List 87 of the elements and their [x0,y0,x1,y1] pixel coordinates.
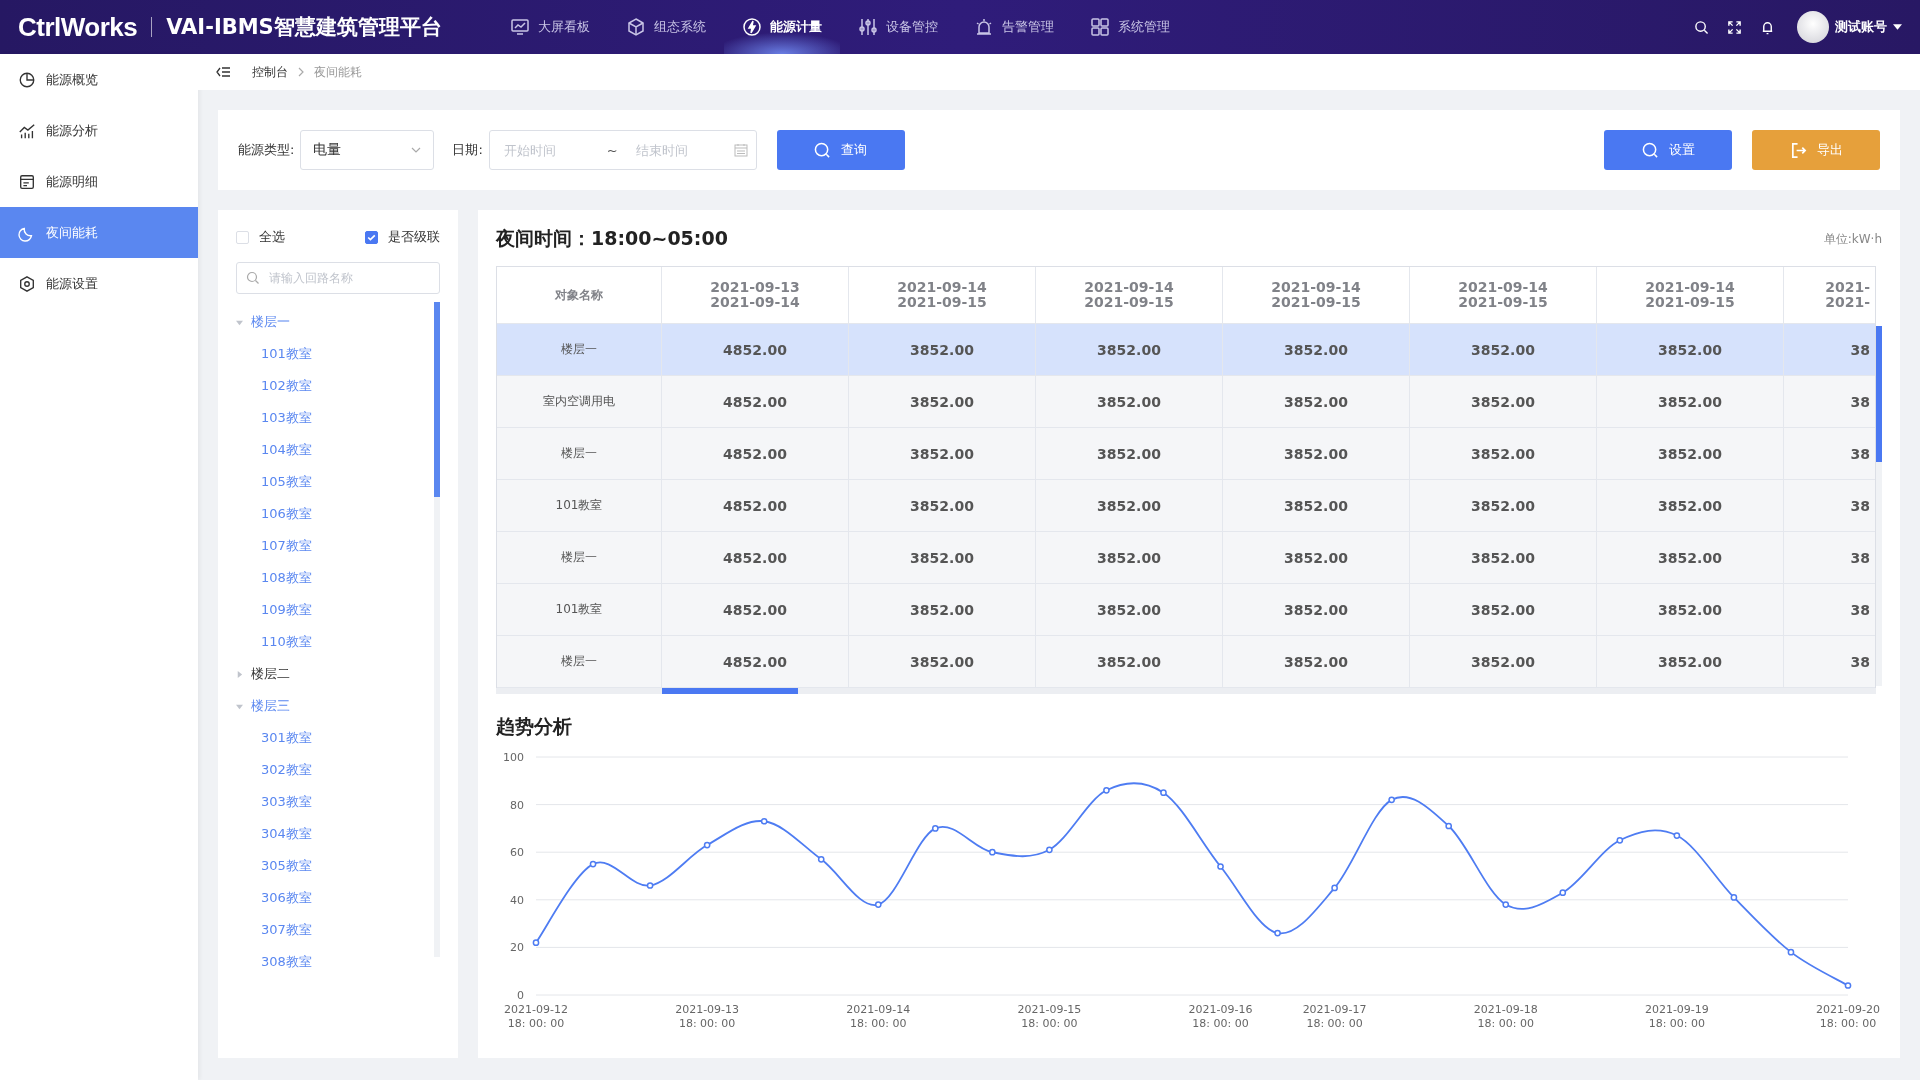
table-cell: 3852.00 [1597,324,1784,375]
table-cell: 3852.00 [1036,584,1223,635]
table-cell: 3852.00 [1036,324,1223,375]
table-cell: 楼层一 [497,428,662,479]
table-cell: 3852.00 [1223,428,1410,479]
table-cell: 3852.00 [1223,324,1410,375]
axis-label: 0 [517,989,524,1002]
axis-label: 20 [510,941,524,955]
column-header: 2021-09-14 2021-09-15 [1223,267,1410,323]
table-cell: 3852.00 [1597,428,1784,479]
axis-label: 2021-09-14 18: 00: 00 [846,1003,911,1030]
table-cell: 3852.00 [1410,584,1597,635]
table-cell: 3852.00 [1410,428,1597,479]
section-title: 趋势分析 [496,714,573,739]
table-cell: 3852.00 [1223,532,1410,583]
axis-label: 2021-09-19 18: 00: 00 [1644,1003,1709,1030]
table-cell: 3852.00 [1410,324,1597,375]
table-cell: 楼层一 [497,636,662,687]
table-cell-text: 38 [1849,548,1871,568]
column-header: 对象名称 [497,267,662,323]
table-cell: 3852.00 [1223,584,1410,635]
table-cell: 3852.00 [1410,480,1597,531]
axis-label: 2021-09-13 18: 00: 00 [675,1003,740,1030]
table-cell: 3852.00 [1410,636,1597,687]
table-cell: 3852.00 [1036,480,1223,531]
table-cell-text: 38 [1849,444,1871,464]
axis-label: 60 [510,846,524,860]
logo: CtrlWorks [18,11,138,43]
table-cell: 4852.00 [662,532,849,583]
table-cell-text: 38 [1849,496,1871,516]
table-cell: 3852.00 [1410,376,1597,427]
table-cell: 3852.00 [849,584,1036,635]
column-header: 2021-09-14 2021-09-15 [1036,267,1223,323]
unit-label: 单位:kW·h [1823,230,1882,248]
table-cell: 4852.00 [662,376,849,427]
table-cell: 3852.00 [849,376,1036,427]
table-cell: 3852.00 [1597,636,1784,687]
table-cell-text: 38 [1849,652,1871,672]
axis-label: 2021-09-17 18: 00: 00 [1302,1003,1367,1030]
table-cell: 4852.00 [662,324,849,375]
table-cell: 3852.00 [1223,636,1410,687]
column-header: 2021- 2021- [1824,278,1871,312]
table-cell: 楼层一 [497,532,662,583]
table-cell: 3852.00 [1410,532,1597,583]
table-cell: 3852.00 [1597,584,1784,635]
table-cell-text: 38 [1849,340,1871,360]
axis-label: 80 [510,798,524,812]
table-cell: 3852.00 [849,428,1036,479]
axis-label: 100 [503,751,524,764]
axis-label: 2021-09-15 18: 00: 00 [1017,1003,1082,1030]
table-cell: 3852.00 [1597,480,1784,531]
table-cell: 101教室 [497,584,662,635]
table-cell: 室内空调用电 [497,376,662,427]
column-header: 2021-09-14 2021-09-15 [849,267,1036,323]
axis-label: 2021-09-18 18: 00: 00 [1473,1003,1538,1030]
table-cell-text: 38 [1849,600,1871,620]
table-cell: 3852.00 [1036,376,1223,427]
table-cell: 3852.00 [849,480,1036,531]
table-cell: 3852.00 [849,532,1036,583]
axis-label: 2021-09-12 18: 00: 00 [504,1003,568,1030]
axis-label: 40 [510,893,524,907]
table-cell: 3852.00 [1036,636,1223,687]
table-cell: 3852.00 [849,324,1036,375]
table-cell: 3852.00 [1597,376,1784,427]
table-cell: 楼层一 [497,324,662,375]
table-cell: 3852.00 [1223,480,1410,531]
table-cell: 4852.00 [662,584,849,635]
breadcrumb-item: 夜间能耗 [314,63,362,81]
platform-title: VAI-IBMS智慧建筑管理平台 [166,14,442,41]
column-header: 2021-09-14 2021-09-15 [1597,267,1784,323]
table-cell: 3852.00 [849,636,1036,687]
table-cell: 3852.00 [1223,376,1410,427]
table-cell: 3852.00 [1036,532,1223,583]
table-cell: 4852.00 [662,480,849,531]
table-cell-text: 38 [1849,392,1871,412]
field-label: 能源类型: [238,141,295,159]
section-title: 夜间时间：18:00~05:00 [496,226,728,251]
table-cell: 3852.00 [1597,532,1784,583]
table-cell: 101教室 [497,480,662,531]
table-cell: 4852.00 [662,636,849,687]
axis-label: 2021-09-20 18: 00: 00 [1816,1003,1880,1030]
column-header: 2021-09-14 2021-09-15 [1410,267,1597,323]
field-label: 日期: [452,141,483,159]
column-header: 2021-09-13 2021-09-14 [662,267,849,323]
table-cell: 3852.00 [1036,428,1223,479]
axis-label: 2021-09-16 18: 00: 00 [1188,1003,1253,1030]
table-cell: 4852.00 [662,428,849,479]
